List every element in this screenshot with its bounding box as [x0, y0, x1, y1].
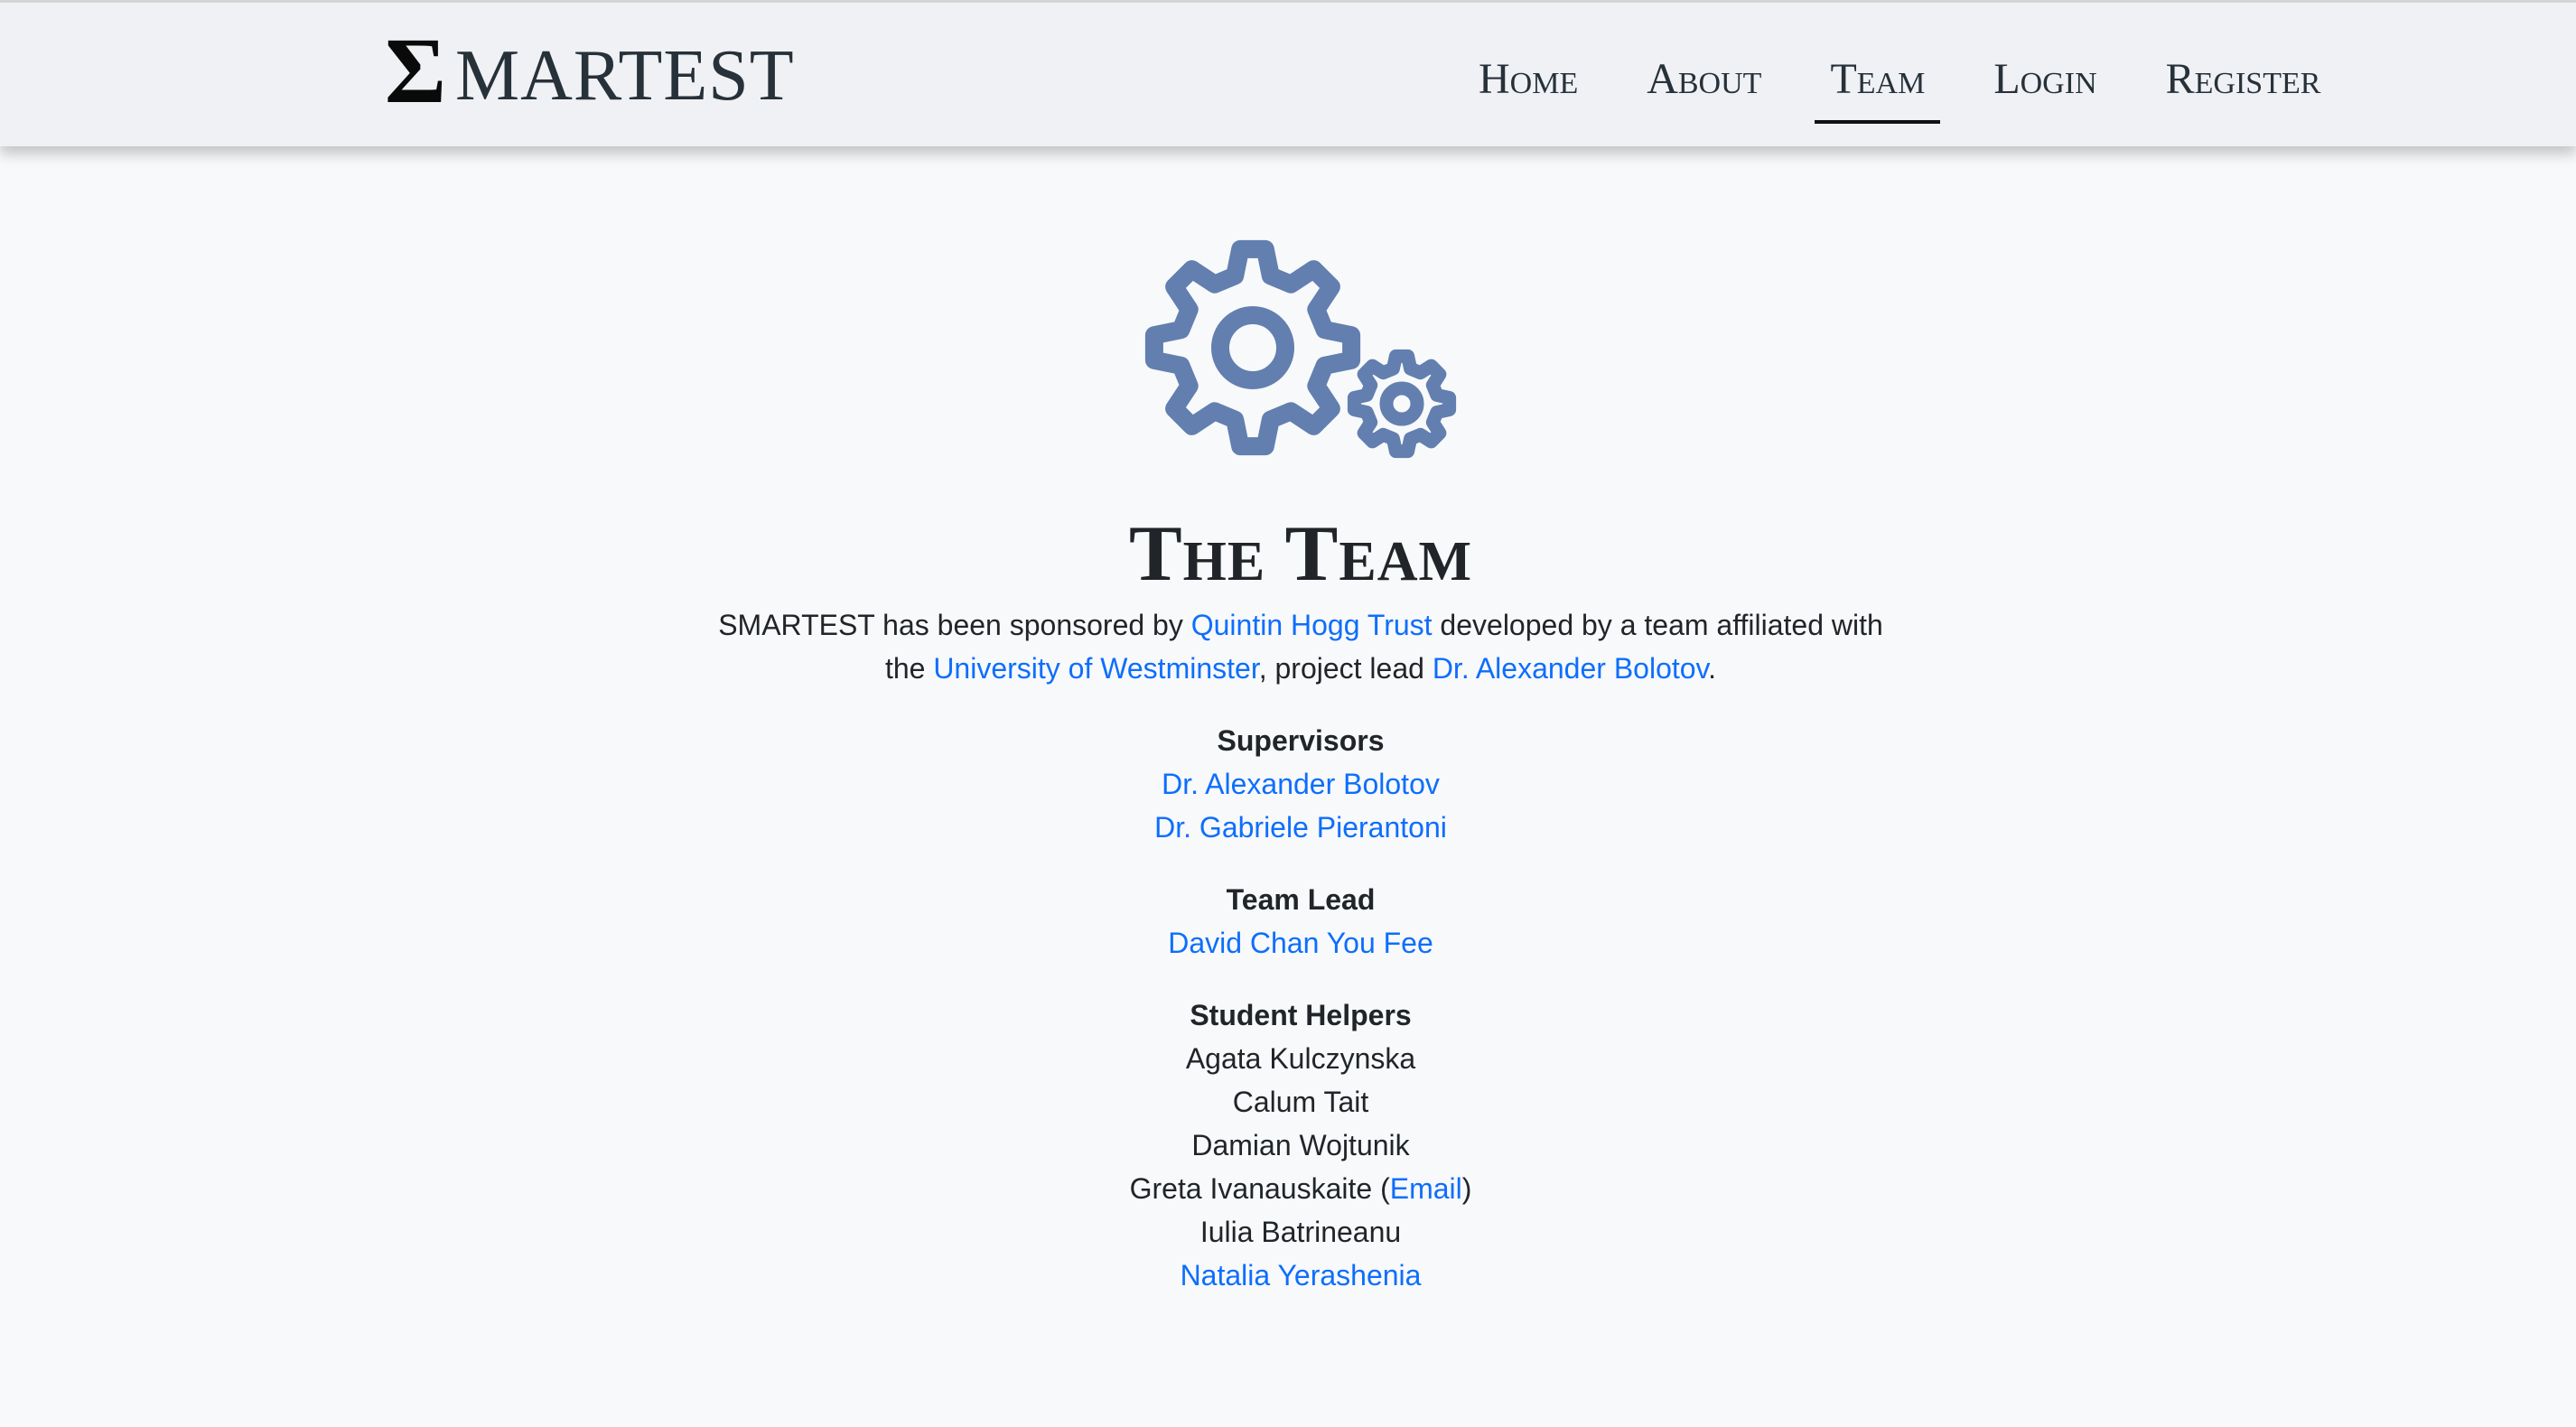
- gears-icon: [1144, 239, 1457, 459]
- quintin-hogg-trust-link[interactable]: Quintin Hogg Trust: [1191, 609, 1433, 641]
- paren: ): [1461, 1172, 1472, 1205]
- helper-name: Calum Tait: [1232, 1086, 1369, 1118]
- paren: (: [1372, 1172, 1390, 1205]
- intro-text-4: .: [1708, 652, 1717, 685]
- team-lead-heading: Team Lead: [1226, 883, 1376, 916]
- sigma-logo-icon: Σ: [385, 19, 446, 123]
- intro-text-3: , project lead: [1258, 652, 1433, 685]
- helper-name: Greta Ivanauskaite: [1129, 1172, 1373, 1205]
- nav-login[interactable]: Login: [1978, 48, 2112, 120]
- supervisors-heading: Supervisors: [1217, 724, 1385, 757]
- university-of-westminster-link[interactable]: University of Westminster: [933, 652, 1258, 685]
- nav-menu: Home About Team Login Register: [1463, 48, 2374, 124]
- intro-text-1: SMARTEST has been sponsored by: [718, 609, 1191, 641]
- navbar: Σ MARTEST Home About Team Login Register: [0, 0, 2576, 146]
- brand-name: MARTEST: [455, 36, 795, 116]
- nav-team[interactable]: Team: [1815, 48, 1941, 124]
- intro-text: SMARTEST has been sponsored by Quintin H…: [710, 603, 1891, 690]
- team-content: The Team SMARTEST has been sponsored by …: [710, 237, 1891, 1297]
- supervisor-link[interactable]: Dr. Alexander Bolotov: [1162, 768, 1440, 800]
- page-title: The Team: [1128, 510, 1473, 598]
- project-lead-link[interactable]: Dr. Alexander Bolotov: [1433, 652, 1708, 685]
- brand-logo-link[interactable]: Σ MARTEST: [385, 19, 795, 123]
- student-helpers-heading: Student Helpers: [1190, 999, 1412, 1031]
- helper-entry: Greta Ivanauskaite (Email): [710, 1167, 1891, 1210]
- nav-home[interactable]: Home: [1463, 48, 1593, 120]
- team-lead-link[interactable]: David Chan You Fee: [1168, 927, 1433, 959]
- team-lead-section: Team Lead David Chan You Fee: [710, 878, 1891, 965]
- email-link[interactable]: Email: [1390, 1172, 1462, 1205]
- supervisors-section: Supervisors Dr. Alexander Bolotov Dr. Ga…: [710, 719, 1891, 849]
- helper-link[interactable]: Natalia Yerashenia: [1181, 1259, 1422, 1292]
- helper-name: Agata Kulczynska: [1185, 1042, 1416, 1075]
- nav-about[interactable]: About: [1631, 48, 1777, 120]
- helper-name: Damian Wojtunik: [1191, 1129, 1410, 1161]
- supervisor-link[interactable]: Dr. Gabriele Pierantoni: [1154, 811, 1447, 844]
- helper-name: Iulia Batrineanu: [1199, 1216, 1402, 1248]
- student-helpers-section: Student Helpers Agata Kulczynska Calum T…: [710, 993, 1891, 1297]
- nav-register[interactable]: Register: [2151, 48, 2337, 120]
